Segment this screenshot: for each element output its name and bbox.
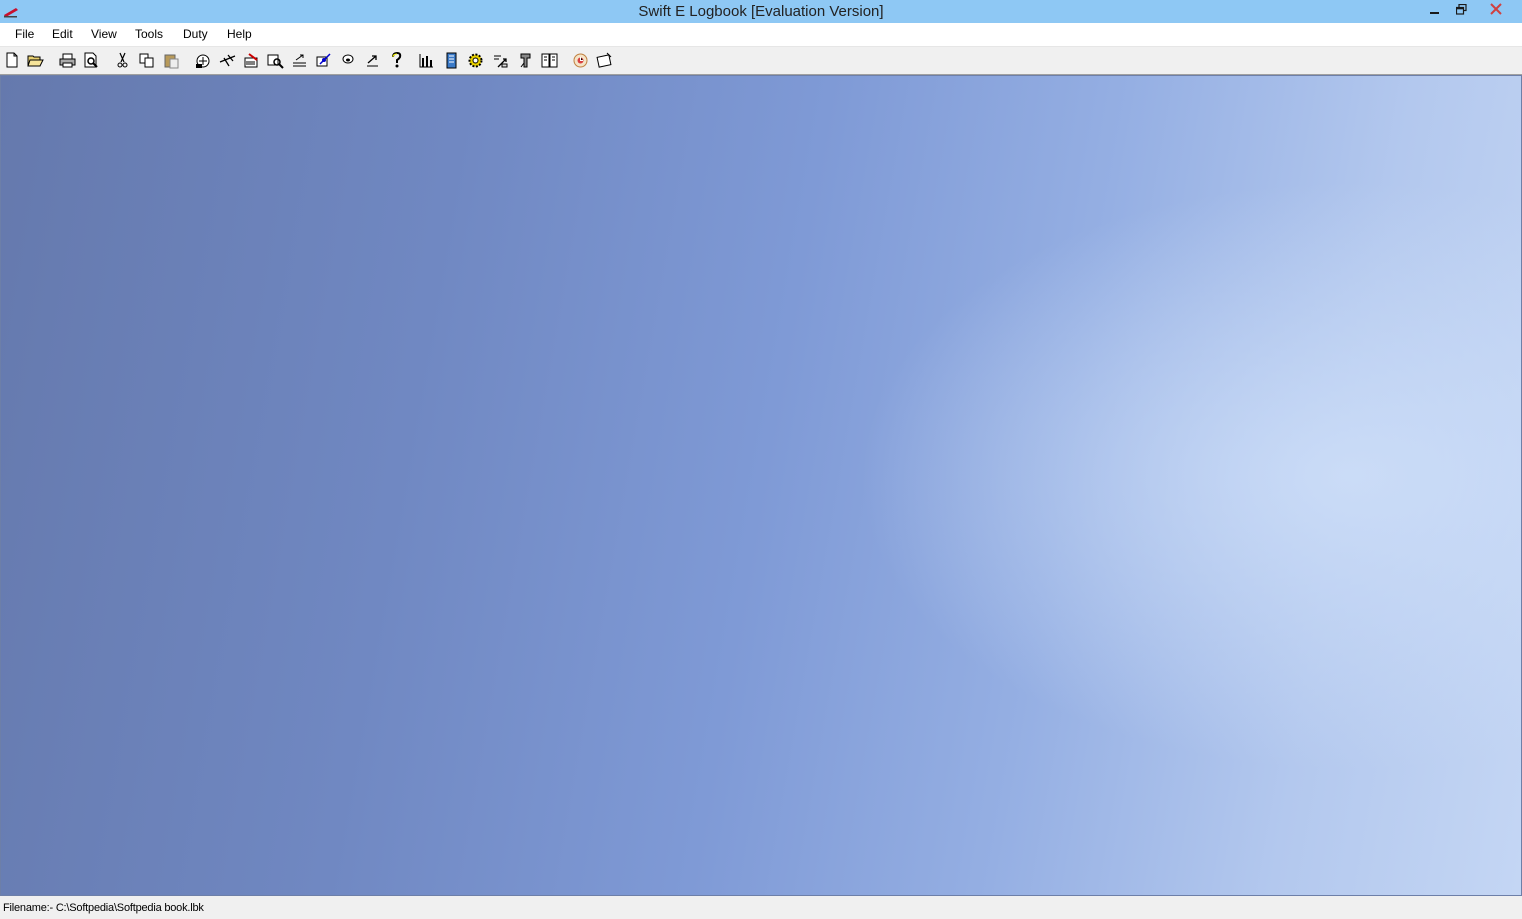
print-icon[interactable] (59, 52, 76, 69)
menu-duty[interactable]: Duty (183, 27, 208, 41)
chart-icon[interactable] (418, 52, 435, 69)
aircraft-icon[interactable] (243, 52, 260, 69)
notes-icon[interactable] (596, 52, 613, 69)
new-file-icon[interactable] (4, 52, 21, 69)
close-button[interactable] (1472, 0, 1520, 21)
menu-help[interactable]: Help (227, 27, 252, 41)
logbook-icon[interactable] (195, 52, 212, 69)
mdi-client-area (0, 75, 1522, 896)
cut-icon[interactable] (114, 52, 131, 69)
flight-icon[interactable] (219, 52, 236, 69)
status-bar: Filename:- C:\Softpedia\Softpedia book.l… (0, 896, 1522, 919)
menu-tools[interactable]: Tools (135, 27, 163, 41)
menu-file[interactable]: File (15, 27, 34, 41)
menu-bar: File Edit View Tools Duty Help (0, 23, 1522, 47)
open-folder-icon[interactable] (27, 52, 44, 69)
tools-icon[interactable] (492, 52, 509, 69)
menu-view[interactable]: View (91, 27, 117, 41)
print-preview-icon[interactable] (83, 52, 100, 69)
help-icon[interactable] (388, 52, 405, 69)
minimize-icon (1430, 2, 1440, 20)
window-title: Swift E Logbook [Evaluation Version] (638, 3, 884, 20)
settings-gear-icon[interactable] (467, 52, 484, 69)
restore-icon (1455, 2, 1467, 20)
arrow-icon[interactable] (364, 52, 381, 69)
toolbar (0, 47, 1522, 75)
report-icon[interactable] (517, 52, 534, 69)
import-icon[interactable] (291, 52, 308, 69)
clock-icon[interactable] (572, 52, 589, 69)
app-window: Swift E Logbook [Evaluation Version] Fil… (0, 0, 1522, 919)
menu-edit[interactable]: Edit (52, 27, 73, 41)
title-bar[interactable]: Swift E Logbook [Evaluation Version] (0, 0, 1522, 23)
database-icon[interactable] (340, 52, 357, 69)
search-icon[interactable] (267, 52, 284, 69)
close-icon (1490, 2, 1502, 20)
status-filename: Filename:- C:\Softpedia\Softpedia book.l… (3, 902, 204, 914)
paste-icon[interactable] (163, 52, 180, 69)
copy-icon[interactable] (138, 52, 155, 69)
duty-icon[interactable] (541, 52, 558, 69)
export-icon[interactable] (315, 52, 332, 69)
book-icon[interactable] (443, 52, 460, 69)
